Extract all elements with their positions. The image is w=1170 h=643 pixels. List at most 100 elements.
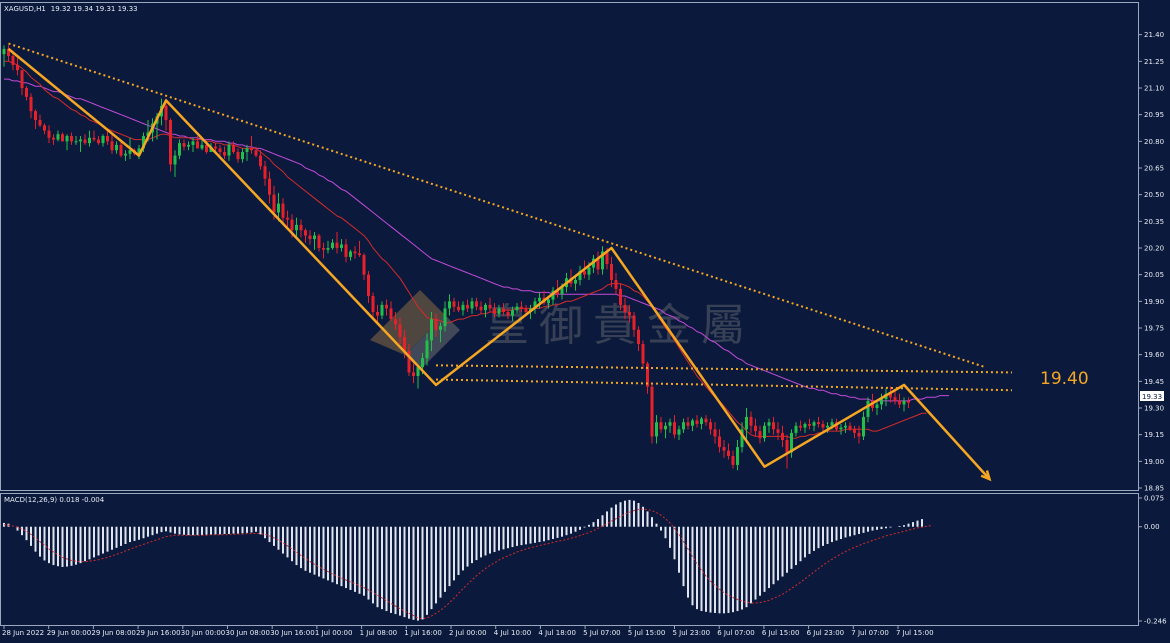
- time-tick-label: 29 Jun 16:00: [136, 629, 180, 637]
- candle-body: [241, 152, 244, 160]
- candle-body: [781, 432, 784, 440]
- candle-body: [430, 319, 433, 341]
- time-tick-label: 1 Jul 00:00: [315, 629, 353, 637]
- candle-body: [520, 306, 523, 309]
- candle-body: [290, 219, 294, 231]
- time-tick-label: 4 Jul 18:00: [538, 629, 576, 637]
- candle-body: [322, 248, 325, 250]
- candle-body: [524, 308, 528, 312]
- time-tick-label: 29 Jun 08:00: [91, 629, 135, 637]
- candle-body: [794, 425, 798, 433]
- candle-body: [722, 447, 726, 451]
- candle-body: [538, 297, 541, 302]
- candle-body: [349, 251, 352, 257]
- candle-body: [664, 425, 667, 430]
- candle-body: [277, 203, 280, 213]
- candle-body: [65, 136, 69, 142]
- candle-body: [326, 248, 330, 250]
- candle-body: [700, 418, 703, 424]
- candle-body: [331, 242, 334, 248]
- candle-body: [785, 440, 789, 453]
- candle-body: [218, 148, 222, 152]
- candle-body: [479, 306, 483, 311]
- candle-body: [92, 137, 96, 140]
- candle-body: [173, 155, 177, 165]
- candle-body: [119, 144, 123, 156]
- candle-body: [457, 306, 460, 311]
- candle-body: [344, 244, 348, 257]
- candle-body: [79, 139, 82, 142]
- candle-body: [857, 432, 861, 437]
- candle-body: [380, 304, 384, 316]
- candle-body: [461, 304, 465, 311]
- candle-body: [776, 429, 780, 433]
- candle-body: [659, 422, 663, 430]
- candle-body: [106, 136, 109, 142]
- candle-body: [713, 429, 717, 437]
- candle-body: [448, 301, 451, 309]
- candle-body: [754, 425, 757, 432]
- candle-body: [587, 267, 591, 275]
- candle-body: [263, 166, 267, 179]
- candle-body: [637, 329, 640, 344]
- candle-body: [227, 144, 231, 156]
- candle-body: [196, 141, 199, 149]
- candle-body: [61, 134, 64, 142]
- candle-body: [47, 130, 51, 138]
- candle-body: [898, 400, 901, 405]
- time-tick-label: 2 Jul 00:00: [449, 629, 487, 637]
- time-tick-label: 30 Jun 16:00: [270, 629, 314, 637]
- candle-body: [866, 400, 870, 417]
- price-tick-label: 20.95: [1144, 111, 1164, 119]
- candle-body: [97, 139, 100, 144]
- candle-body: [470, 301, 474, 309]
- candle-body: [425, 340, 429, 359]
- candle-body: [358, 253, 361, 256]
- candle-body: [389, 308, 393, 320]
- candle-body: [709, 422, 712, 430]
- time-tick-label: 29 Jun 00:00: [47, 629, 91, 637]
- candle-body: [826, 425, 829, 428]
- candle-body: [848, 425, 852, 430]
- candle-body: [758, 431, 762, 439]
- candle-body: [295, 224, 298, 231]
- price-tick-label: 21.10: [1144, 85, 1164, 93]
- candle-body: [376, 312, 379, 316]
- candle-body: [187, 144, 190, 147]
- candle-body: [2, 48, 6, 55]
- candle-body: [632, 315, 636, 330]
- candle-body: [574, 280, 577, 284]
- price-tick-label: 20.80: [1144, 138, 1164, 146]
- candle-body: [466, 304, 469, 309]
- candle-body: [11, 56, 15, 65]
- candle-body: [677, 429, 681, 435]
- time-tick-label: 6 Jul 23:00: [807, 629, 845, 637]
- candle-body: [682, 422, 685, 430]
- candle-body: [286, 217, 289, 220]
- price-tick-label: 20.05: [1144, 271, 1164, 279]
- symbol-text: XAGUSD,H1: [4, 5, 46, 13]
- price-tick-label: 19.00: [1144, 458, 1164, 466]
- candle-body: [844, 425, 847, 428]
- candle-body: [547, 299, 550, 304]
- candle-body: [704, 418, 708, 423]
- candle-body: [502, 308, 505, 312]
- price-tick-label: 20.20: [1144, 245, 1164, 253]
- candle-body: [88, 137, 91, 144]
- candle-body: [178, 143, 181, 156]
- candle-body: [281, 203, 285, 218]
- candle-body: [385, 304, 388, 309]
- candle-body: [718, 436, 721, 448]
- price-tick-label: 19.75: [1144, 325, 1164, 333]
- price-tick-label: 19.45: [1144, 378, 1164, 386]
- candle-body: [367, 274, 370, 296]
- candle-body: [394, 319, 397, 325]
- macd-tick-label: 0.00: [1144, 523, 1160, 531]
- candle-body: [412, 372, 415, 376]
- price-tick-label: 19.60: [1144, 351, 1164, 359]
- candle-body: [817, 422, 820, 424]
- time-tick-label: 1 Jul 16:00: [404, 629, 442, 637]
- candle-body: [691, 420, 694, 426]
- candle-body: [371, 296, 375, 312]
- candle-body: [731, 456, 735, 465]
